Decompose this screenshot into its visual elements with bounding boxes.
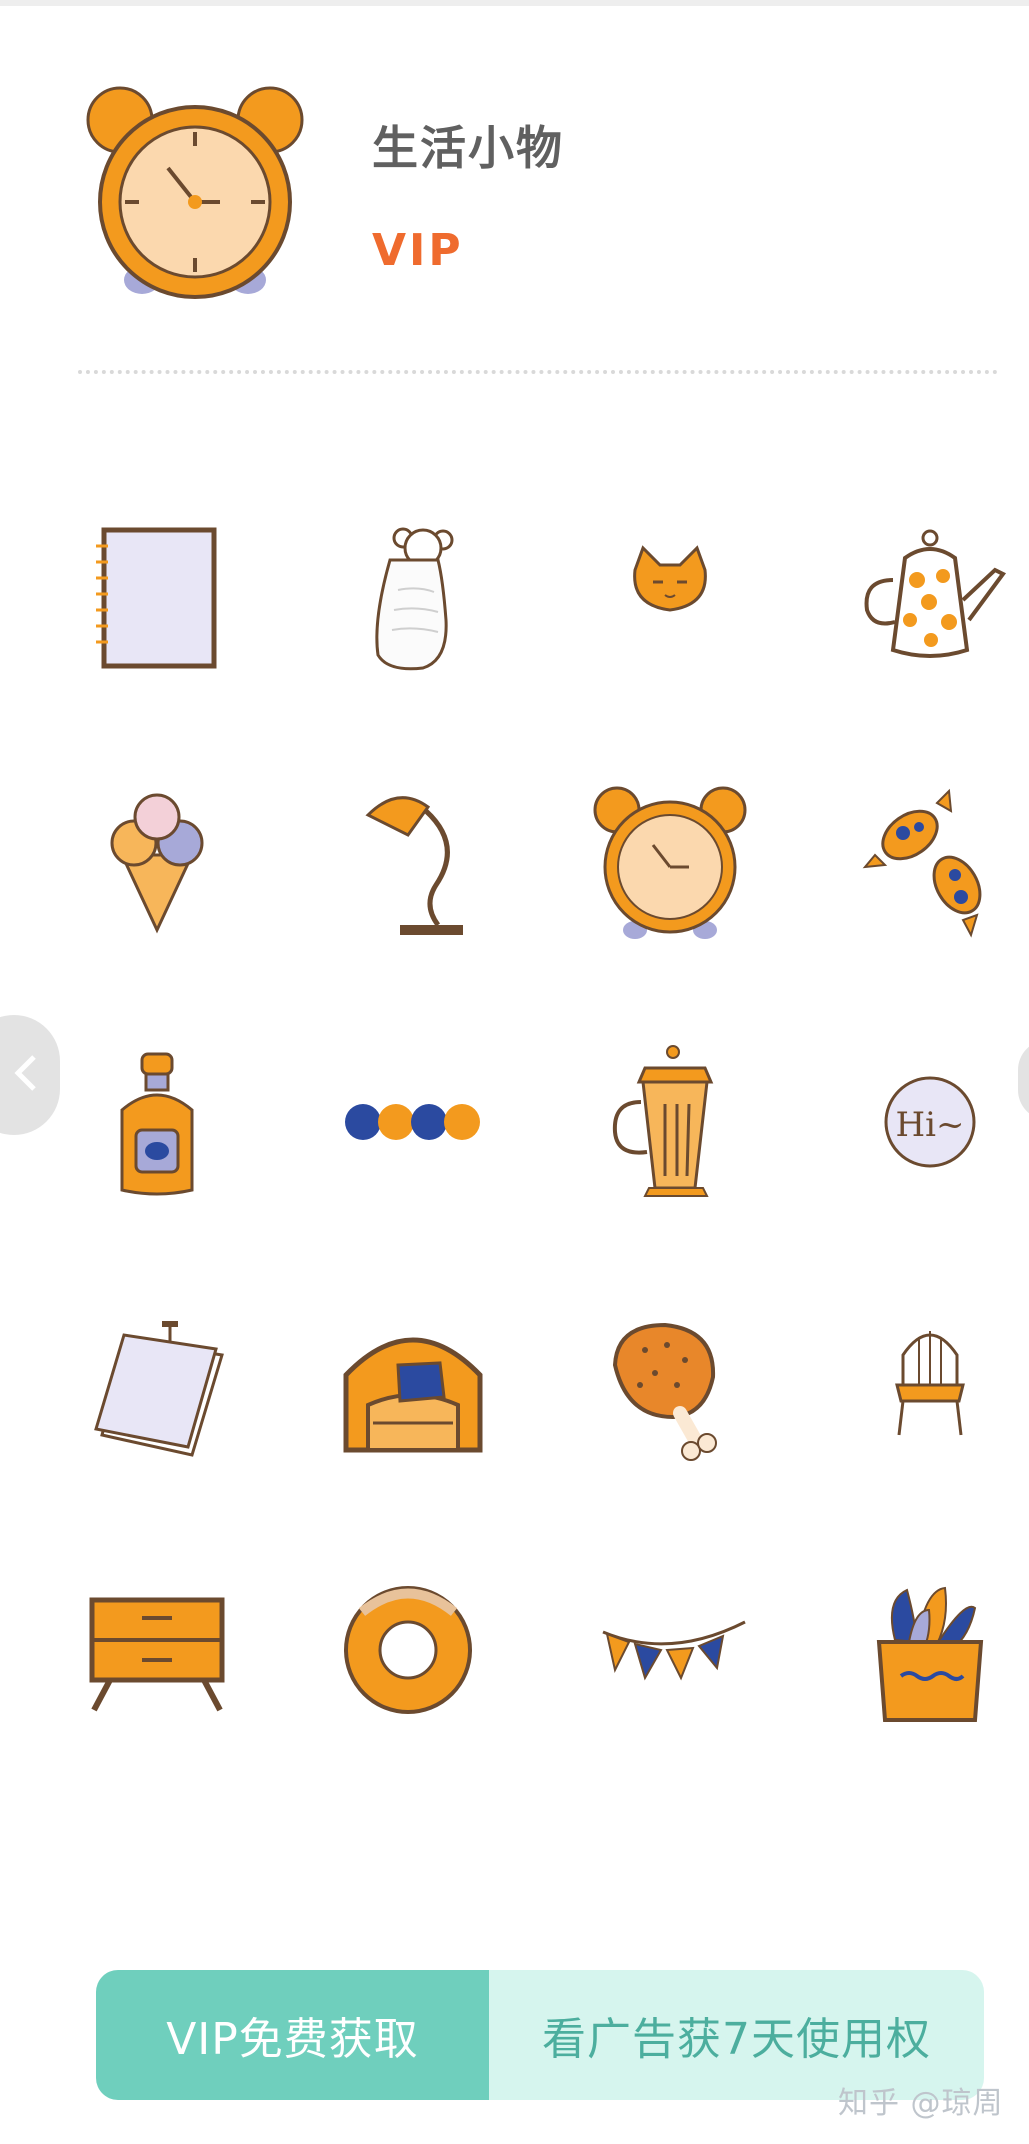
chair-icon[interactable] bbox=[845, 1305, 1015, 1475]
armchair-icon[interactable] bbox=[328, 1305, 498, 1475]
potted-plant-icon[interactable] bbox=[845, 1570, 1015, 1740]
donut-icon[interactable] bbox=[328, 1570, 498, 1740]
dot-row-icon[interactable] bbox=[328, 1040, 498, 1210]
nightstand-icon[interactable] bbox=[72, 1570, 242, 1740]
mouse-in-bag-icon[interactable] bbox=[328, 510, 498, 680]
bunting-flags-icon[interactable] bbox=[585, 1570, 755, 1740]
cat-face-icon[interactable] bbox=[585, 510, 755, 680]
paper-sheets-icon[interactable] bbox=[72, 1305, 242, 1475]
candies-icon[interactable] bbox=[845, 775, 1015, 945]
desk-lamp-icon[interactable] bbox=[328, 775, 498, 945]
sticker-grid: Hi~ bbox=[0, 0, 1029, 1900]
notebook-icon[interactable] bbox=[72, 510, 242, 680]
chicken-leg-icon[interactable] bbox=[585, 1305, 755, 1475]
alarm-clock-icon[interactable] bbox=[585, 775, 755, 945]
ice-cream-cone-icon[interactable] bbox=[72, 775, 242, 945]
teapot-icon[interactable] bbox=[845, 510, 1015, 680]
bottle-icon[interactable] bbox=[72, 1040, 242, 1210]
vip-free-get-button[interactable]: VIP免费获取 bbox=[96, 1970, 489, 2100]
watermark: 知乎 @琼周 bbox=[838, 2086, 1004, 2121]
hi-speech-bubble-icon[interactable]: Hi~ bbox=[845, 1040, 1015, 1210]
chevron-left-icon bbox=[14, 1055, 36, 1091]
pitcher-icon[interactable] bbox=[585, 1040, 755, 1210]
hi-bubble-text: Hi~ bbox=[895, 1105, 964, 1145]
